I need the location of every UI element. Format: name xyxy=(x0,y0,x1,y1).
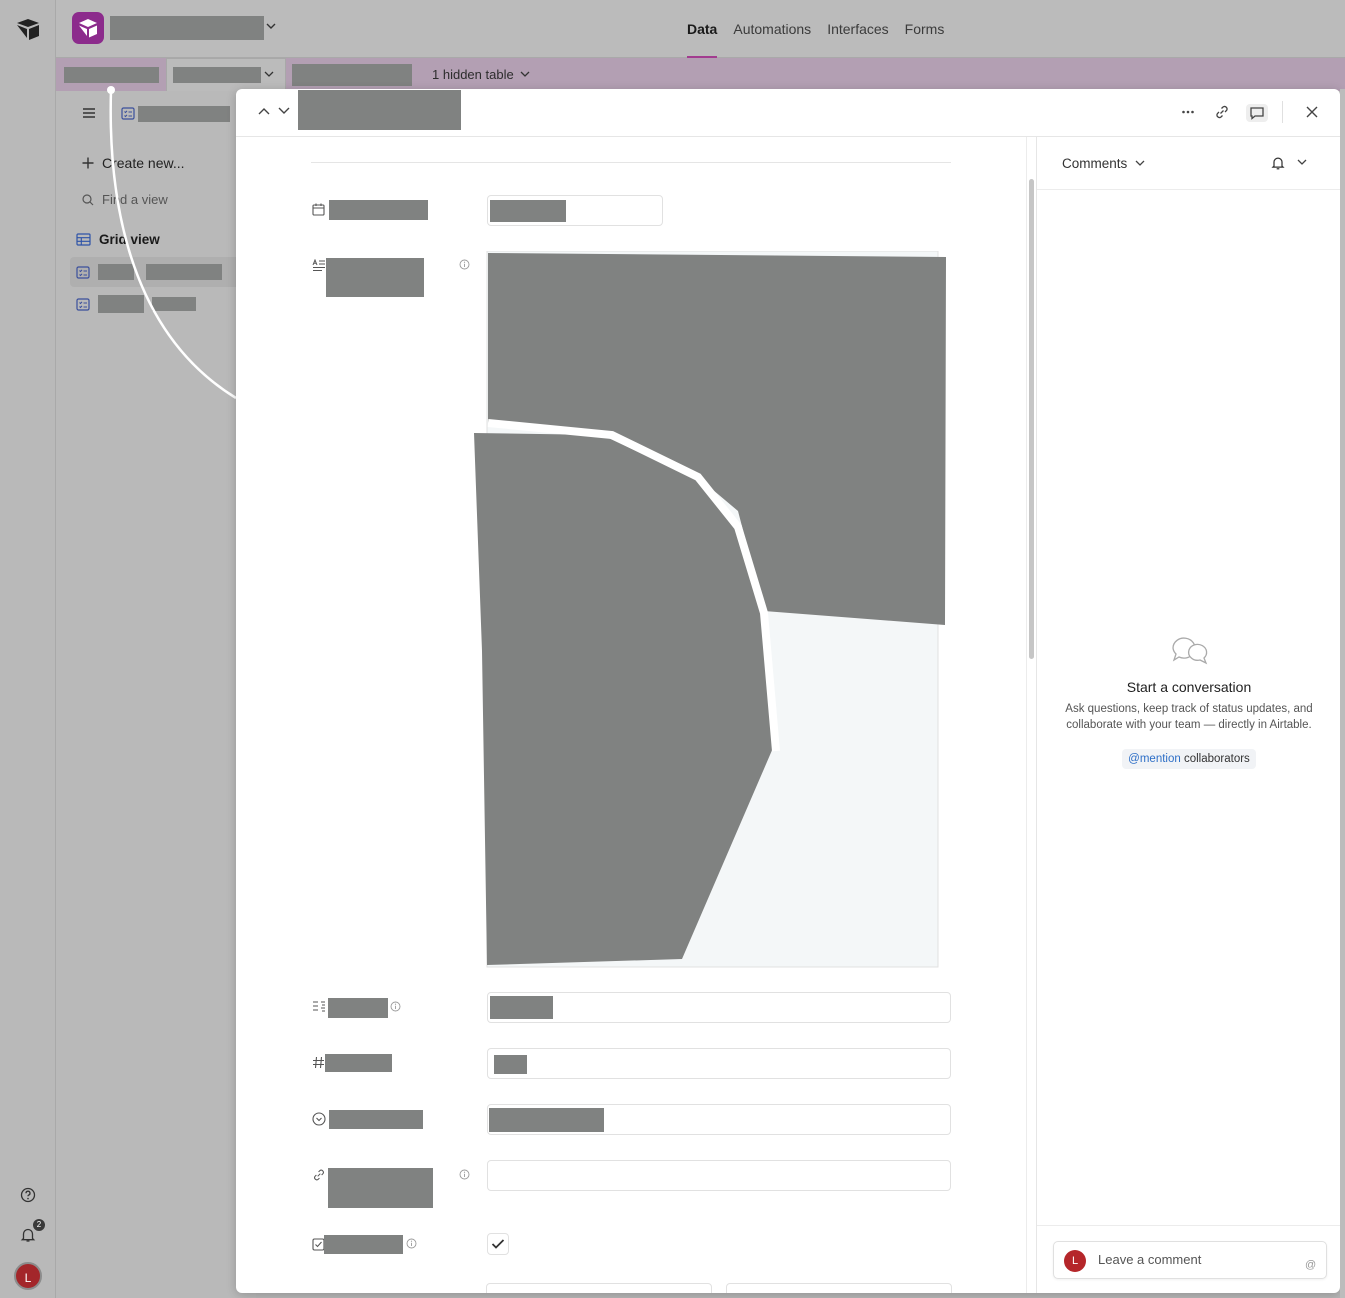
divider xyxy=(311,162,951,163)
mention-at-label: @mention xyxy=(1128,753,1181,765)
field-label-redacted xyxy=(328,1168,433,1208)
record-fields xyxy=(236,137,1026,1293)
record-title-redacted xyxy=(298,90,461,130)
notification-count-badge: 2 xyxy=(33,1219,45,1231)
nav-tab-interfaces[interactable]: Interfaces xyxy=(827,0,888,58)
mention-collaborators-chip[interactable]: @mention collaborators xyxy=(1122,749,1256,769)
chevron-down-icon[interactable] xyxy=(1297,159,1307,166)
more-icon[interactable] xyxy=(1181,103,1195,121)
background-grid-edge xyxy=(1340,89,1345,1298)
comments-filter-dropdown[interactable]: Comments xyxy=(1062,156,1145,171)
calendar-icon xyxy=(312,203,325,216)
close-icon[interactable] xyxy=(1305,105,1319,119)
check-icon xyxy=(491,1238,505,1250)
comments-header: Comments xyxy=(1037,137,1340,190)
link-icon xyxy=(312,1168,326,1182)
number-field-input[interactable] xyxy=(487,1048,951,1079)
comments-empty-state: Start a conversation Ask questions, keep… xyxy=(1037,635,1340,769)
nav-tab-forms[interactable]: Forms xyxy=(905,0,945,58)
field-label-redacted xyxy=(329,1110,423,1129)
date-field-input[interactable] xyxy=(487,195,663,226)
bell-icon[interactable] xyxy=(1270,155,1286,171)
comment-input-placeholder: Leave a comment xyxy=(1098,1252,1202,1267)
field-input-partial[interactable] xyxy=(726,1283,952,1293)
chevron-down-icon xyxy=(520,71,530,78)
avatar: L xyxy=(1064,1250,1086,1272)
multi-select-icon xyxy=(312,1000,326,1012)
hidden-tables-button[interactable]: 1 hidden table xyxy=(432,67,530,82)
info-icon[interactable] xyxy=(459,259,470,270)
long-text-icon xyxy=(312,259,326,272)
multi-select-field-input[interactable] xyxy=(487,992,951,1023)
link-field-input[interactable] xyxy=(487,1160,951,1191)
attachment-image-preview[interactable] xyxy=(474,251,954,971)
field-label-redacted xyxy=(325,1054,392,1072)
user-avatar[interactable]: L xyxy=(14,1262,42,1290)
record-expand-modal: Comments Start a conversation Ask questi… xyxy=(236,89,1340,1293)
speech-bubbles-icon xyxy=(1170,635,1208,669)
empty-state-description: Ask questions, keep track of status upda… xyxy=(1065,703,1313,731)
chevron-down-icon[interactable] xyxy=(266,23,276,30)
field-label-redacted xyxy=(326,258,424,297)
info-icon[interactable] xyxy=(390,1001,401,1012)
field-value-redacted xyxy=(490,996,553,1019)
field-input-partial[interactable] xyxy=(486,1283,712,1293)
chevron-up-icon[interactable] xyxy=(258,107,270,115)
chevron-down-icon xyxy=(1135,160,1145,167)
table-tab-redacted[interactable] xyxy=(292,64,412,86)
nav-tab-data[interactable]: Data xyxy=(687,0,718,58)
header-divider xyxy=(1282,101,1283,123)
help-icon[interactable] xyxy=(19,1186,37,1204)
field-label-redacted xyxy=(329,200,428,220)
nav-tab-automations[interactable]: Automations xyxy=(733,0,811,58)
chevron-down-icon[interactable] xyxy=(278,107,290,115)
comment-icon[interactable] xyxy=(1246,104,1268,122)
hidden-tables-label: 1 hidden table xyxy=(432,67,514,82)
field-label-redacted xyxy=(324,1235,403,1254)
comments-panel: Comments Start a conversation Ask questi… xyxy=(1036,137,1340,1293)
annotation-connector-line xyxy=(107,86,237,400)
field-value-redacted xyxy=(490,200,566,222)
mention-rest-label: collaborators xyxy=(1180,753,1250,765)
field-value-redacted xyxy=(494,1055,527,1074)
comments-header-label: Comments xyxy=(1062,156,1128,171)
mention-button[interactable]: @ xyxy=(1305,1259,1316,1271)
scrollbar-thumb[interactable] xyxy=(1029,179,1034,659)
info-icon[interactable] xyxy=(459,1169,470,1180)
link-icon[interactable] xyxy=(1214,104,1230,120)
checkbox-field[interactable] xyxy=(487,1233,509,1255)
record-header xyxy=(236,89,1340,137)
comment-input[interactable]: L Leave a comment @ xyxy=(1053,1241,1327,1279)
single-select-icon xyxy=(312,1112,326,1126)
field-value-redacted xyxy=(489,1108,604,1132)
empty-state-title: Start a conversation xyxy=(1126,679,1252,695)
fields-scrollbar[interactable] xyxy=(1026,137,1036,1293)
comment-composer: L Leave a comment @ xyxy=(1037,1225,1340,1293)
main-nav: Data Automations Interfaces Forms xyxy=(687,0,944,58)
single-select-field-input[interactable] xyxy=(487,1104,951,1135)
number-icon xyxy=(312,1056,325,1069)
info-icon[interactable] xyxy=(406,1238,417,1249)
chevron-down-icon[interactable] xyxy=(264,71,274,78)
field-label-redacted xyxy=(328,998,388,1018)
